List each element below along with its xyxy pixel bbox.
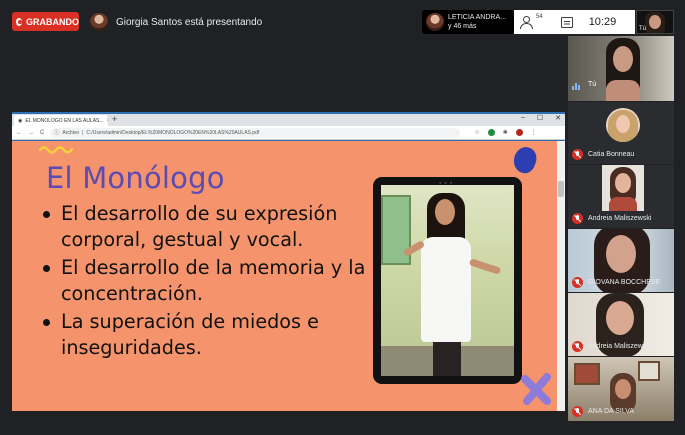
star-icon[interactable]: ☆ xyxy=(474,129,479,136)
pdf-scrollbar[interactable] xyxy=(557,141,565,411)
extension-icon[interactable] xyxy=(487,129,495,136)
pinned-names: LETICIA ANDRA... y 46 más xyxy=(448,13,506,31)
bullet-item: El desarrollo de la memoria y la concent… xyxy=(42,255,372,307)
participant-tile[interactable]: Catia Bonneau xyxy=(568,102,674,164)
chat-icon[interactable] xyxy=(560,16,573,28)
participant-label: ANA DA SILVA xyxy=(572,406,634,417)
self-video-tile[interactable]: Tú xyxy=(568,36,674,101)
pinned-more: y 46 más xyxy=(448,23,477,30)
scroll-thumb[interactable] xyxy=(558,181,564,197)
url-text: C:/Users/admin/Desktop/EL%20MONOLOGO%20E… xyxy=(86,129,260,136)
pinned-avatar xyxy=(426,13,444,31)
avatar xyxy=(606,108,640,142)
globe-icon: ◉ xyxy=(18,117,23,124)
participant-label: Catia Bonneau xyxy=(572,149,634,160)
tab-close-icon[interactable]: × xyxy=(107,118,108,124)
shared-screen: ◉ EL MONOLOGO EN LAS AULAS... × + – ☐ ✕ … xyxy=(12,112,565,411)
presenter-indicator: Giorgia Santos está presentando xyxy=(90,12,262,32)
self-thumbnail[interactable]: Tú xyxy=(636,10,674,34)
participant-name: GIOVANA BOCCHESE xyxy=(588,279,661,286)
people-icon[interactable] xyxy=(520,16,534,29)
participants-count: 54 xyxy=(536,14,543,20)
mic-off-icon xyxy=(572,406,583,417)
tab-title: EL MONOLOGO EN LAS AULAS... xyxy=(25,117,104,124)
minimize-button[interactable]: – xyxy=(521,114,525,122)
address-bar: ← → C ⓘ Archivo | C:/Users/admin/Desktop… xyxy=(12,126,565,140)
meeting-controls: 54 10:29 xyxy=(514,10,635,34)
url-prefix: Archivo xyxy=(62,129,80,136)
self-name: Tú xyxy=(588,81,597,88)
performer-photo xyxy=(381,185,514,376)
bullet-item: El desarrollo de su expresión corporal, … xyxy=(42,201,372,253)
participant-name: Andreia Maliszewski xyxy=(588,215,652,222)
slide-title: El Monólogo xyxy=(46,161,225,195)
recording-badge[interactable]: GRABANDO xyxy=(12,12,79,31)
browser-tabbar: ◉ EL MONOLOGO EN LAS AULAS... × + – ☐ ✕ xyxy=(12,114,565,126)
window-buttons: – ☐ ✕ xyxy=(521,114,561,122)
url-field[interactable]: ⓘ Archivo | C:/Users/admin/Desktop/EL%20… xyxy=(50,127,461,138)
presenter-avatar xyxy=(90,13,108,31)
participant-label: GIOVANA BOCCHESE xyxy=(572,277,660,288)
slide-bullets: El desarrollo de su expresión corporal, … xyxy=(42,201,372,363)
tablet-image: ● ● ● xyxy=(373,177,522,384)
participant-label: Andreia Maliszewski xyxy=(572,213,651,224)
participant-name: Catia Bonneau xyxy=(588,151,635,158)
participant-tile[interactable]: Andreia Maliszewski xyxy=(568,165,674,228)
reload-button[interactable]: C xyxy=(40,130,44,136)
forward-button[interactable]: → xyxy=(28,130,34,136)
participant-tile[interactable]: GIOVANA BOCCHESE xyxy=(568,229,674,292)
back-button[interactable]: ← xyxy=(16,130,22,136)
pinned-name: LETICIA ANDRA... xyxy=(448,14,506,21)
url-separator: | xyxy=(82,129,84,136)
pinned-presenter[interactable]: LETICIA ANDRA... y 46 más xyxy=(422,10,514,34)
bullet-item: La superación de miedos e inseguridades. xyxy=(42,309,372,361)
participant-name: ANA DA SILVA xyxy=(588,408,635,415)
menu-icon[interactable]: ⋮ xyxy=(531,129,537,136)
browser-actions: ☆ ✱ ⋮ xyxy=(474,129,537,136)
recording-label: GRABANDO xyxy=(26,16,79,27)
puzzle-icon[interactable]: ✱ xyxy=(503,129,508,136)
mic-off-icon xyxy=(572,341,583,352)
pdf-slide: El Monólogo El desarrollo de su expresió… xyxy=(12,141,557,411)
participant-label: Andreia Maliszewski xyxy=(572,341,651,352)
mic-off-icon xyxy=(572,149,583,160)
browser-tab[interactable]: ◉ EL MONOLOGO EN LAS AULAS... × xyxy=(14,115,108,126)
meet-window: GRABANDO Giorgia Santos está presentando… xyxy=(0,0,685,435)
self-thumb-label: Tú xyxy=(639,26,647,32)
maximize-button[interactable]: ☐ xyxy=(537,114,543,122)
mic-off-icon xyxy=(572,277,583,288)
profile-icon[interactable] xyxy=(515,129,523,136)
purple-cross-decoration xyxy=(521,373,551,405)
audio-level-icon xyxy=(572,82,582,90)
mic-off-icon xyxy=(572,213,583,224)
info-icon: ⓘ xyxy=(54,130,60,136)
yellow-squiggle-decoration xyxy=(39,146,73,154)
new-tab-button[interactable]: + xyxy=(112,114,117,124)
close-window-button[interactable]: ✕ xyxy=(555,114,561,122)
blue-blob-decoration xyxy=(510,144,540,176)
participant-tile[interactable]: Andreia Maliszewski xyxy=(568,293,674,356)
presenter-text: Giorgia Santos está presentando xyxy=(116,16,263,28)
participant-name: Andreia Maliszewski xyxy=(588,343,652,350)
meeting-time: 10:29 xyxy=(588,16,617,28)
participant-tile[interactable]: ANA DA SILVA xyxy=(568,357,674,421)
record-icon xyxy=(16,17,22,26)
